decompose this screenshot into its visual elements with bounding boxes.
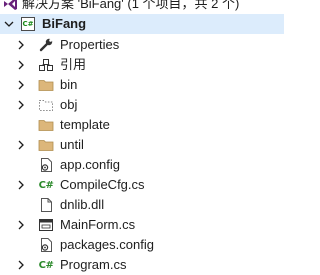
chevron-right-icon[interactable] [16,260,26,270]
chevron-right-icon[interactable] [16,40,26,50]
chevron-right-icon[interactable] [16,60,26,70]
chevron-right-icon[interactable] [16,80,26,90]
csharp-project-icon: C# [20,16,36,32]
item-label: until [60,137,84,152]
tree-row-packages-config[interactable]: packages.config [0,235,284,255]
csharp-file-icon: C# [38,179,54,191]
chevron-down-icon[interactable] [4,19,14,29]
item-label: Program.cs [60,257,127,272]
dll-file-icon [38,197,54,213]
dotted-folder-icon [38,97,54,113]
tree-row-solution[interactable]: 解决方案 'BiFang' (1 个项目，共 2 个) [0,0,284,14]
tree-row-obj[interactable]: obj [0,95,284,115]
item-label: bin [60,77,78,92]
config-file-icon [38,237,54,253]
tree-row-template[interactable]: template [0,115,284,135]
project-label: BiFang [42,16,87,31]
item-label: app.config [60,157,120,172]
tree-row-references[interactable]: 引用 [0,55,284,75]
item-label: Properties [60,37,120,52]
chevron-right-icon[interactable] [16,140,26,150]
csharp-file-icon: C# [38,259,54,271]
item-label: dnlib.dll [60,197,105,212]
tree-row-dnlib[interactable]: dnlib.dll [0,195,284,215]
wrench-icon [38,37,54,53]
chevron-right-icon[interactable] [16,220,26,230]
folder-icon [38,137,54,153]
solution-explorer-tree: 解决方案 'BiFang' (1 个项目，共 2 个) C# BiFang Pr… [0,0,284,275]
chevron-right-icon[interactable] [16,180,26,190]
tree-row-mainform[interactable]: MainForm.cs [0,215,284,235]
solution-label: 解决方案 'BiFang' (1 个项目，共 2 个) [22,0,240,11]
item-label: 引用 [60,57,87,72]
tree-row-compilecfg[interactable]: C# CompileCfg.cs [0,175,284,195]
references-icon [38,57,54,73]
solution-icon [2,0,18,12]
folder-icon [38,77,54,93]
tree-row-bin[interactable]: bin [0,75,284,95]
config-file-icon [38,157,54,173]
tree-row-properties[interactable]: Properties [0,35,284,55]
item-label: obj [60,97,78,112]
item-label: template [60,117,110,132]
item-label: packages.config [60,237,154,252]
tree-row-app-config[interactable]: app.config [0,155,284,175]
chevron-right-icon[interactable] [16,100,26,110]
item-label: CompileCfg.cs [60,177,145,192]
item-label: MainForm.cs [60,217,136,232]
tree-row-until[interactable]: until [0,135,284,155]
folder-icon [38,117,54,133]
form-file-icon [38,217,54,233]
tree-row-program[interactable]: C# Program.cs [0,255,284,275]
tree-row-project[interactable]: C# BiFang [0,14,284,34]
